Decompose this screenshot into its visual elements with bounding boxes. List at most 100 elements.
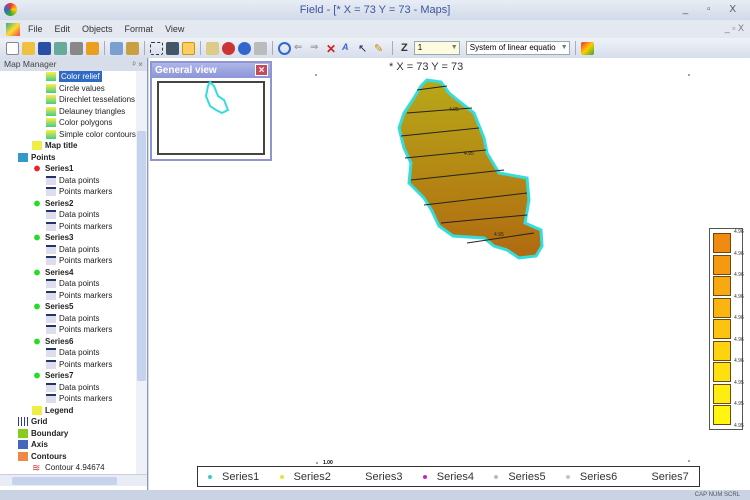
z-select[interactable]: 1 ▼ xyxy=(413,41,460,55)
legend-item[interactable]: Series6 xyxy=(556,471,628,483)
legend-marker-icon xyxy=(637,474,642,479)
legend-item[interactable]: Series2 xyxy=(270,471,342,483)
tree-item[interactable]: Series3 xyxy=(32,232,73,243)
tree-item[interactable]: Grid xyxy=(18,416,47,427)
panel-controls[interactable]: ᵖ × xyxy=(132,58,143,71)
paste-icon[interactable] xyxy=(126,41,139,55)
tree-item[interactable]: Points markers xyxy=(46,221,112,232)
chevron-down-icon: ▼ xyxy=(450,44,458,51)
save-all-icon[interactable] xyxy=(54,41,67,55)
tree-item[interactable]: Color polygons xyxy=(46,117,112,128)
menu-format[interactable]: Format xyxy=(125,24,154,34)
general-view-window[interactable]: General view × xyxy=(150,61,272,161)
tree-item[interactable]: Data points xyxy=(46,347,99,358)
map-canvas[interactable]: * X = 73 Y = 73 4.95 4.95 4.95 1.00 Gene… xyxy=(149,58,750,490)
mdi-controls[interactable]: _ ▫ X xyxy=(725,23,744,33)
doc-icon xyxy=(46,394,56,403)
tree-item[interactable]: Points xyxy=(18,152,55,163)
tree-item-label: Points markers xyxy=(59,359,113,369)
tree-item-label: Series1 xyxy=(45,164,74,173)
tree-item[interactable]: Data points xyxy=(46,278,99,289)
legend-item[interactable]: Series5 xyxy=(484,471,556,483)
menu-edit[interactable]: Edit xyxy=(55,24,71,34)
close-icon[interactable]: × xyxy=(255,64,268,76)
legend-item[interactable]: Series7 xyxy=(627,471,699,483)
chart-icon[interactable] xyxy=(254,41,267,55)
tree-item[interactable]: Data points xyxy=(46,175,99,186)
tree-item[interactable]: Data points xyxy=(46,382,99,393)
3d-view-icon[interactable] xyxy=(238,41,251,55)
tree-item[interactable]: Points markers xyxy=(46,324,112,335)
tree-item[interactable]: ≋Contour 4.94674 xyxy=(32,462,105,474)
tree-item[interactable]: Series6 xyxy=(32,336,73,347)
tree-item[interactable]: Data points xyxy=(46,313,99,324)
copy-icon[interactable] xyxy=(110,41,123,55)
legend-label: Series4 xyxy=(436,470,475,483)
map-legend[interactable]: Series1 Series2 Series3 Series4 Series5 Serie… xyxy=(197,466,700,487)
delete-icon[interactable]: ✕ xyxy=(326,42,339,56)
map-icon[interactable] xyxy=(206,41,219,55)
tree-vertical-scrollbar[interactable] xyxy=(136,71,147,474)
tree-item[interactable]: Series7 xyxy=(32,370,73,381)
print-icon[interactable] xyxy=(70,41,83,55)
save-icon[interactable] xyxy=(38,41,51,55)
zoom-icon[interactable] xyxy=(278,41,291,55)
tree-item-label: Series6 xyxy=(45,336,74,346)
tree-item[interactable]: Circle values xyxy=(46,83,105,94)
preview-icon[interactable] xyxy=(86,41,99,55)
window-controls[interactable]: _ ▫ X xyxy=(683,0,744,20)
grid-icon[interactable] xyxy=(150,41,163,55)
tree-item[interactable]: Legend xyxy=(32,405,73,416)
menu-objects[interactable]: Objects xyxy=(82,24,113,34)
scale-label: 4.95 xyxy=(734,422,744,429)
tree-item[interactable]: Series1 xyxy=(32,163,73,174)
tree-item[interactable]: Simple color contours xyxy=(46,129,136,140)
tree-item-label: Simple color contours xyxy=(59,129,136,139)
table-icon[interactable] xyxy=(166,41,179,55)
tree-item[interactable]: Map title xyxy=(32,140,77,151)
tree-item[interactable]: Contours xyxy=(18,451,67,462)
overview-map[interactable] xyxy=(152,78,270,159)
tree-horizontal-scrollbar[interactable] xyxy=(0,474,147,486)
pointer-icon[interactable]: ↖ xyxy=(358,42,371,55)
tree-item[interactable]: Direchlet tesselations xyxy=(46,94,135,105)
open-icon[interactable] xyxy=(22,41,35,55)
document-icon[interactable] xyxy=(6,22,20,36)
new-icon[interactable] xyxy=(6,41,19,55)
tree-item[interactable]: Points markers xyxy=(46,255,112,266)
method-select[interactable]: System of linear equatio ▼ xyxy=(465,41,570,55)
scroll-thumb[interactable] xyxy=(137,131,146,381)
color-scheme-icon[interactable] xyxy=(580,41,594,55)
pen-icon[interactable]: ✎ xyxy=(374,42,387,55)
legend-item[interactable]: Series1 xyxy=(198,471,270,483)
chevron-down-icon: ▼ xyxy=(560,44,568,51)
scroll-thumb[interactable] xyxy=(12,477,117,485)
general-view-header[interactable]: General view × xyxy=(152,63,270,78)
tree-item[interactable]: Data points xyxy=(46,244,99,255)
tree-item[interactable]: Boundary xyxy=(18,428,68,439)
tree-item[interactable]: Points markers xyxy=(46,186,112,197)
legend-icon xyxy=(32,405,42,415)
tree-item[interactable]: Series4 xyxy=(32,267,73,278)
window-title: Field - [* X = 73 Y = 73 - Maps] xyxy=(299,4,451,16)
back-icon[interactable]: ⇐ xyxy=(294,42,307,55)
tree-item[interactable]: Series5 xyxy=(32,301,73,312)
text-icon[interactable]: A xyxy=(342,42,355,55)
scale-label: 4.96 xyxy=(734,358,744,364)
legend-item[interactable]: Series4 xyxy=(413,471,485,483)
menu-file[interactable]: File xyxy=(28,24,43,34)
3d-icon[interactable] xyxy=(222,41,235,55)
legend-item[interactable]: Series3 xyxy=(341,471,413,483)
tree-item[interactable]: Delauney triangles xyxy=(46,106,125,117)
legend-icon[interactable] xyxy=(182,41,195,55)
tree-item[interactable]: Data points xyxy=(46,209,99,220)
relief-icon xyxy=(46,106,56,116)
tree-item[interactable]: Color relief xyxy=(46,71,102,82)
tree-item[interactable]: Points markers xyxy=(46,359,112,370)
tree-item[interactable]: Series2 xyxy=(32,198,73,209)
tree-item[interactable]: Points markers xyxy=(46,393,112,404)
tree-item[interactable]: Axis xyxy=(18,439,48,450)
tree-item[interactable]: Points markers xyxy=(46,290,112,301)
forward-icon[interactable]: ⇒ xyxy=(310,42,323,55)
menu-view[interactable]: View xyxy=(165,24,184,34)
